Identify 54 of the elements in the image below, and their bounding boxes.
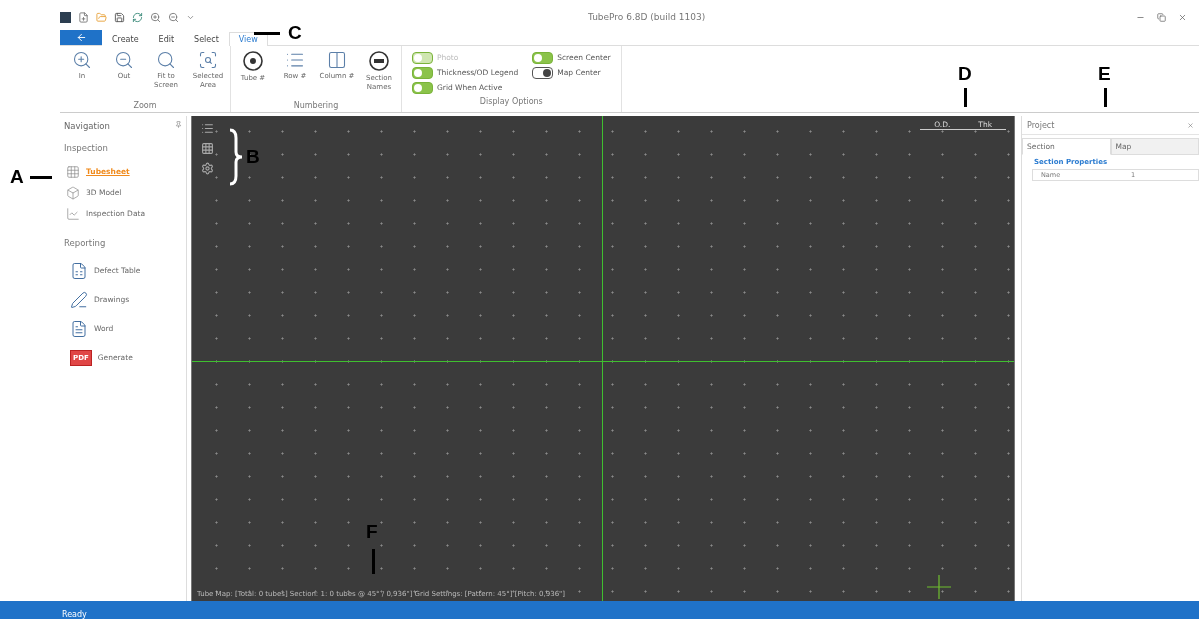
section-title: Inspection [64, 143, 109, 153]
annotation-label: D [958, 64, 972, 83]
columns-icon [327, 50, 347, 70]
panel-title: Navigation [64, 121, 110, 131]
section-title: Reporting [64, 238, 107, 248]
document-icon [70, 319, 88, 338]
back-arrow-icon [75, 32, 87, 43]
circled-dot-icon [242, 50, 264, 72]
table-document-icon [70, 261, 88, 280]
leader-line [30, 176, 52, 179]
new-file-icon[interactable] [78, 11, 89, 23]
leader-line [1104, 88, 1107, 107]
annotation-label: F [366, 522, 378, 541]
refresh-icon[interactable] [132, 11, 143, 23]
pin-icon[interactable] [175, 121, 182, 128]
menu-tab[interactable]: Edit [148, 32, 185, 46]
annotation-label: C [288, 23, 302, 42]
crosshair-icon [927, 575, 951, 599]
circled-bar-icon [368, 50, 390, 72]
group-title: Display Options [478, 97, 544, 108]
close-icon[interactable] [1178, 12, 1187, 22]
annotation-label: B [246, 147, 260, 166]
menu-tab[interactable]: Select [184, 32, 229, 46]
leader-line [964, 88, 967, 107]
app-icon [60, 11, 71, 23]
folder-icon[interactable] [96, 11, 107, 23]
brace-icon [228, 128, 244, 186]
grid-icon[interactable] [201, 142, 214, 155]
list-icon[interactable] [201, 122, 214, 135]
zoom-in-icon[interactable] [150, 11, 161, 23]
leader-line [372, 549, 375, 574]
status-text: Ready [62, 610, 87, 619]
close-icon[interactable] [1187, 121, 1194, 129]
leader-line [254, 32, 280, 35]
panel-title: Project [1027, 120, 1055, 130]
zoom-out-icon [114, 50, 134, 70]
annotation-label: E [1098, 64, 1111, 83]
zoom-in-icon [72, 50, 92, 70]
cube-icon [66, 185, 80, 200]
settings-icon[interactable] [201, 162, 214, 175]
group-title: Numbering [292, 101, 340, 112]
menu-tab[interactable]: Create [102, 32, 149, 46]
grid-icon [66, 164, 80, 179]
restore-icon[interactable] [1157, 12, 1166, 22]
group-title: Zoom [132, 101, 158, 112]
pen-icon [70, 290, 88, 309]
magnifier-icon [156, 50, 176, 70]
back-button[interactable] [60, 30, 102, 45]
save-icon[interactable] [114, 11, 125, 23]
zoom-area-icon [198, 50, 218, 70]
window-title: TubePro 6.8D (build 1103) [588, 12, 707, 22]
annotation-label: A [10, 167, 24, 186]
chart-icon [66, 206, 80, 221]
zoom-out-icon[interactable] [168, 11, 179, 23]
